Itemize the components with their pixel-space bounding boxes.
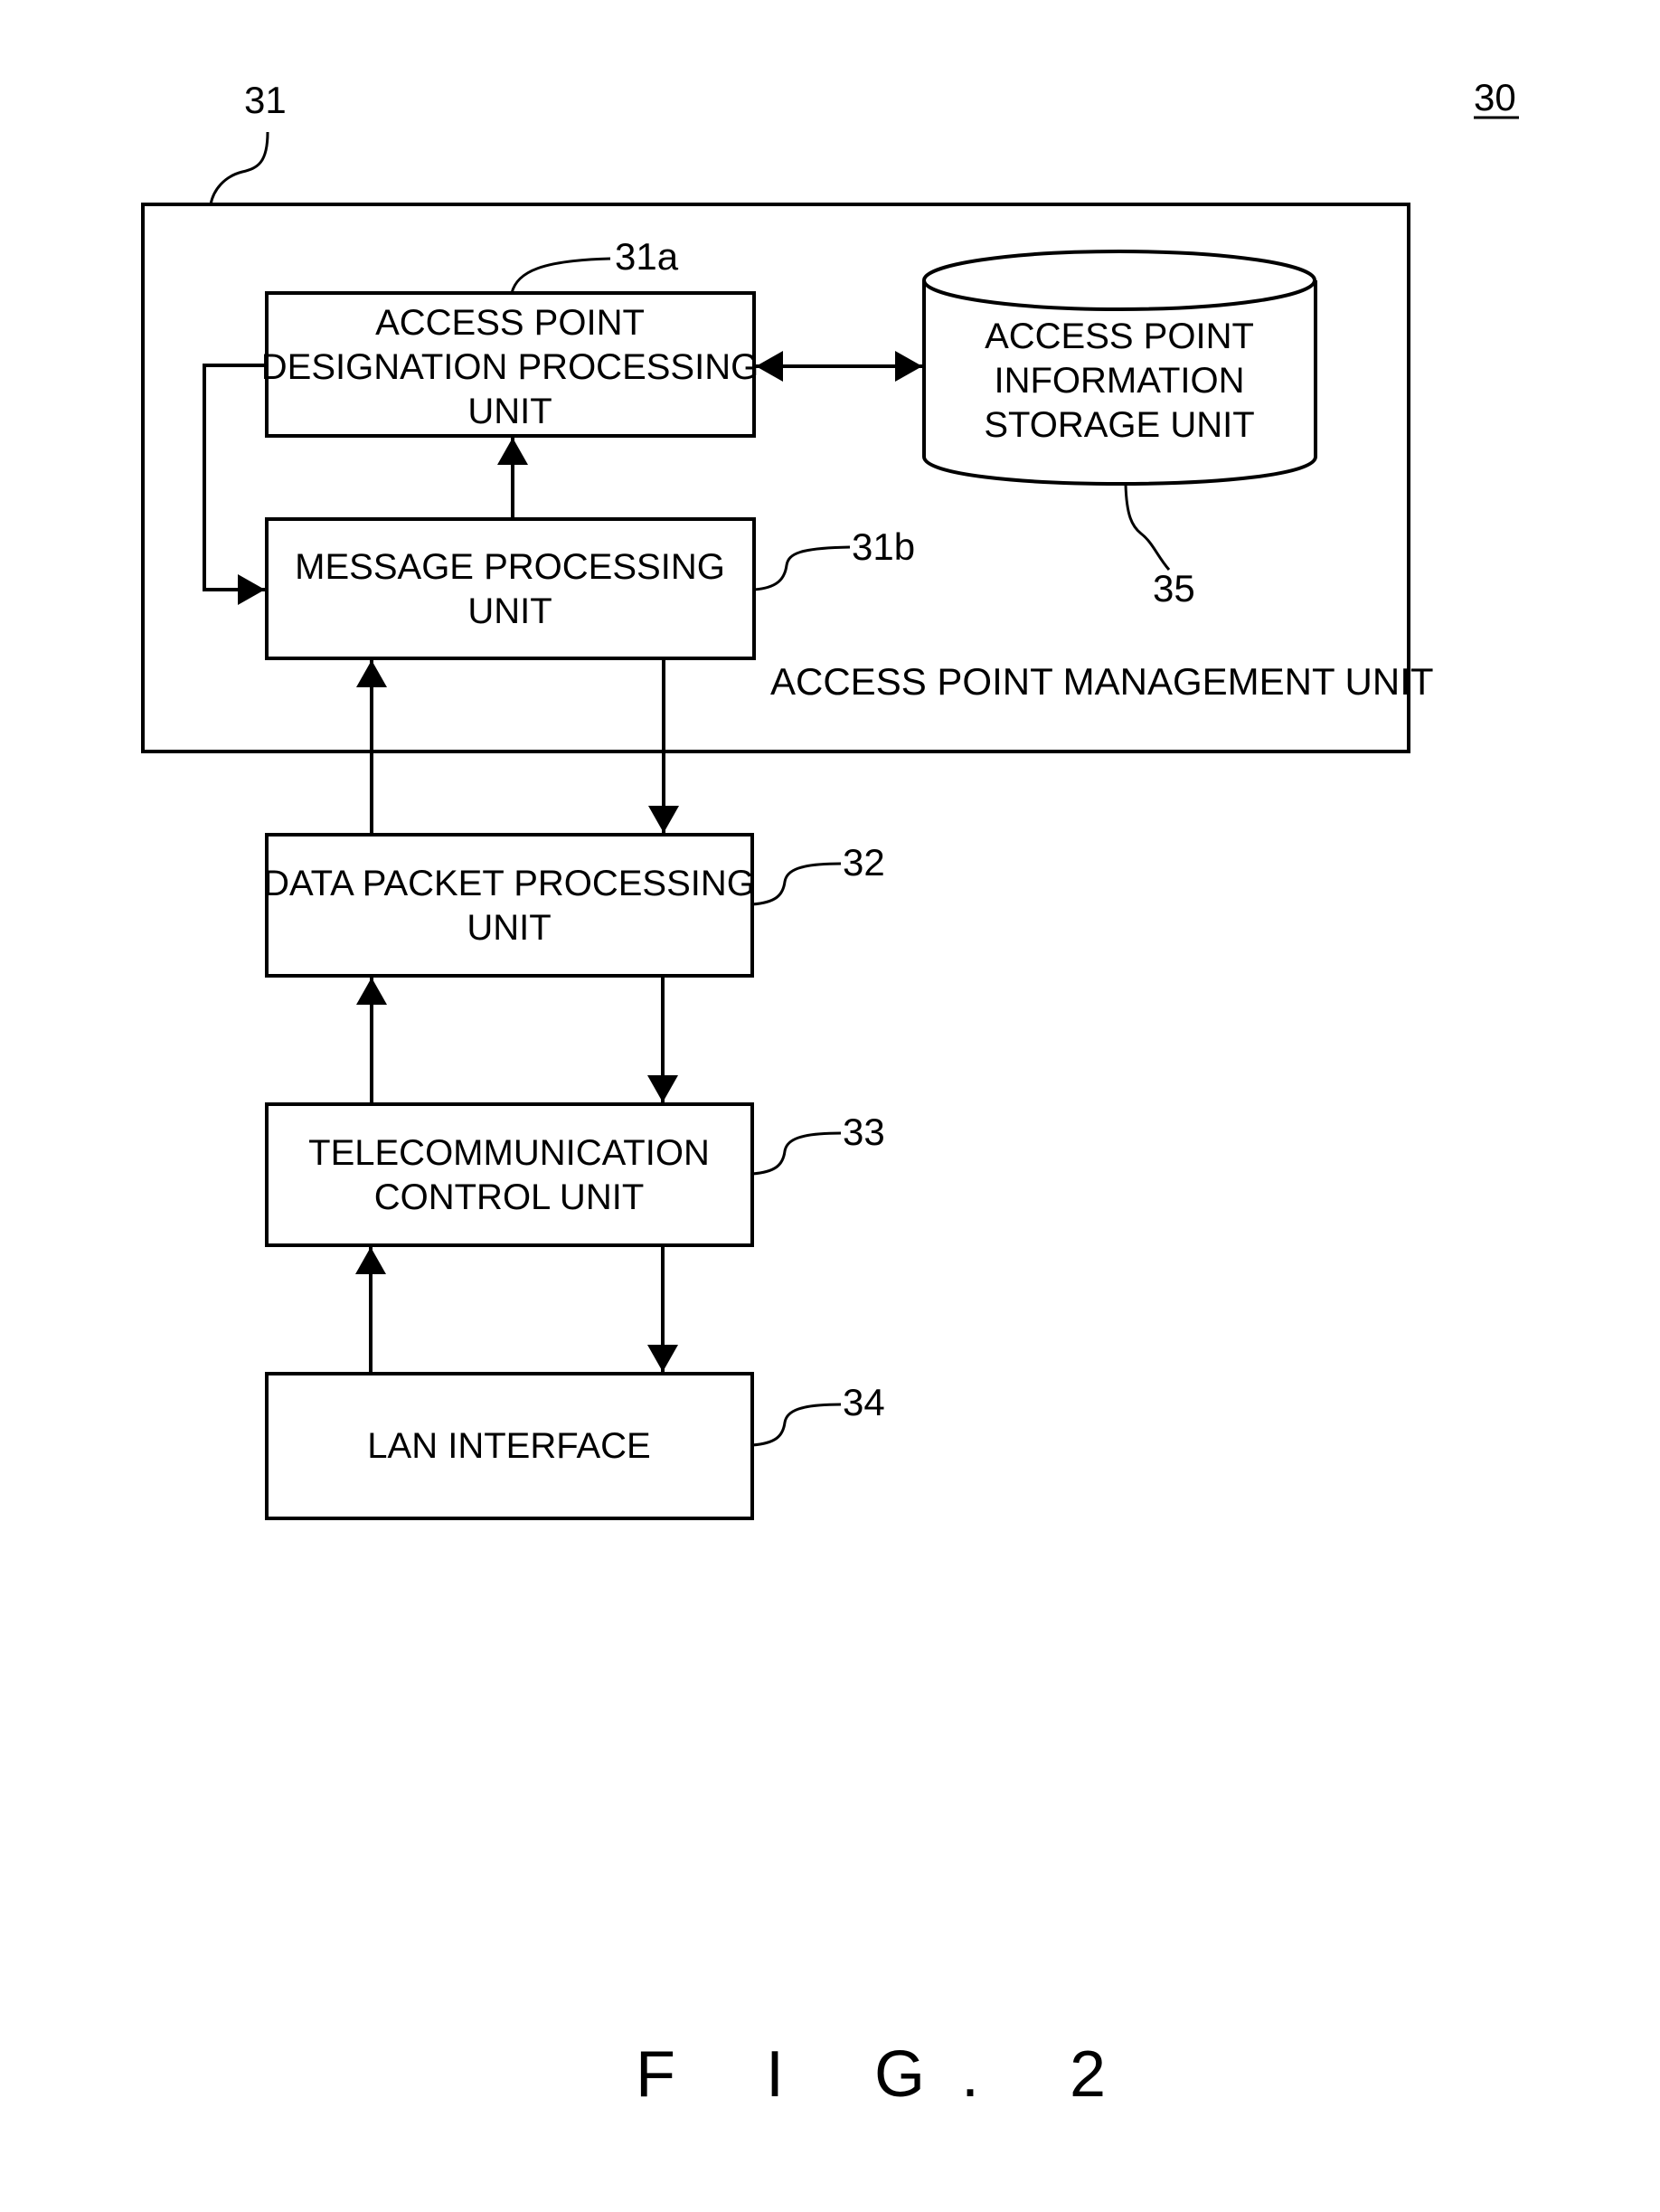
ref-35-leader bbox=[1124, 484, 1171, 571]
ref-31a-label: 31a bbox=[615, 235, 679, 278]
data-packet-line-1: DATA PACKET PROCESSING bbox=[263, 864, 755, 903]
ref-32-leader bbox=[751, 862, 842, 906]
ref-33-leader bbox=[751, 1131, 842, 1176]
arrow-designation-to-message-loop bbox=[203, 364, 267, 605]
storage-line-1: ACCESS POINT bbox=[985, 317, 1254, 356]
data-packet-processing-unit: DATA PACKET PROCESSING UNIT bbox=[263, 833, 755, 978]
telecommunication-control-unit: TELECOMMUNICATION CONTROL UNIT bbox=[265, 1102, 754, 1247]
lan-interface: LAN INTERFACE bbox=[265, 1372, 754, 1520]
lan-line-1: LAN INTERFACE bbox=[367, 1426, 650, 1466]
ref-31-leader bbox=[209, 131, 269, 205]
designation-line-3: UNIT bbox=[467, 392, 552, 431]
data-packet-box bbox=[265, 833, 754, 978]
data-packet-line-2: UNIT bbox=[467, 908, 551, 948]
telecom-line-1: TELECOMMUNICATION bbox=[308, 1133, 710, 1173]
ref-31b-leader bbox=[753, 545, 851, 591]
access-point-designation-processing-unit: ACCESS POINT DESIGNATION PROCESSING UNIT bbox=[261, 291, 759, 438]
ref-33-label: 33 bbox=[843, 1111, 885, 1153]
message-line-2: UNIT bbox=[467, 591, 552, 631]
storage-cylinder-top bbox=[922, 250, 1316, 311]
designation-line-2: DESIGNATION PROCESSING bbox=[261, 347, 759, 387]
access-point-information-storage-unit: ACCESS POINT INFORMATION STORAGE UNIT bbox=[922, 250, 1317, 486]
ref-31b-label: 31b bbox=[852, 525, 915, 568]
storage-line-2: INFORMATION bbox=[994, 361, 1244, 401]
message-box bbox=[265, 517, 756, 660]
telecom-box bbox=[265, 1102, 754, 1247]
ref-34-label: 34 bbox=[843, 1381, 885, 1423]
telecom-line-2: CONTROL UNIT bbox=[374, 1177, 645, 1217]
designation-line-1: ACCESS POINT bbox=[375, 303, 645, 343]
ref-31a-leader bbox=[510, 257, 611, 294]
ref-35-label: 35 bbox=[1153, 567, 1195, 610]
ref-32-label: 32 bbox=[843, 841, 885, 884]
figure-ref-label: 30 bbox=[1474, 76, 1516, 118]
ref-31-label: 31 bbox=[244, 79, 287, 121]
management-unit-label: ACCESS POINT MANAGEMENT UNIT bbox=[770, 660, 1434, 703]
storage-line-3: STORAGE UNIT bbox=[984, 405, 1254, 445]
block-diagram: 30 31 ACCESS POINT MANAGEMENT UNIT ACCES… bbox=[141, 76, 1519, 2111]
message-line-1: MESSAGE PROCESSING bbox=[295, 547, 725, 587]
message-processing-unit: MESSAGE PROCESSING UNIT bbox=[265, 517, 756, 660]
figure-ref-30: 30 bbox=[1474, 76, 1519, 119]
ref-34-leader bbox=[751, 1403, 842, 1447]
figure-caption: F I G. 2 bbox=[636, 2038, 1142, 2111]
